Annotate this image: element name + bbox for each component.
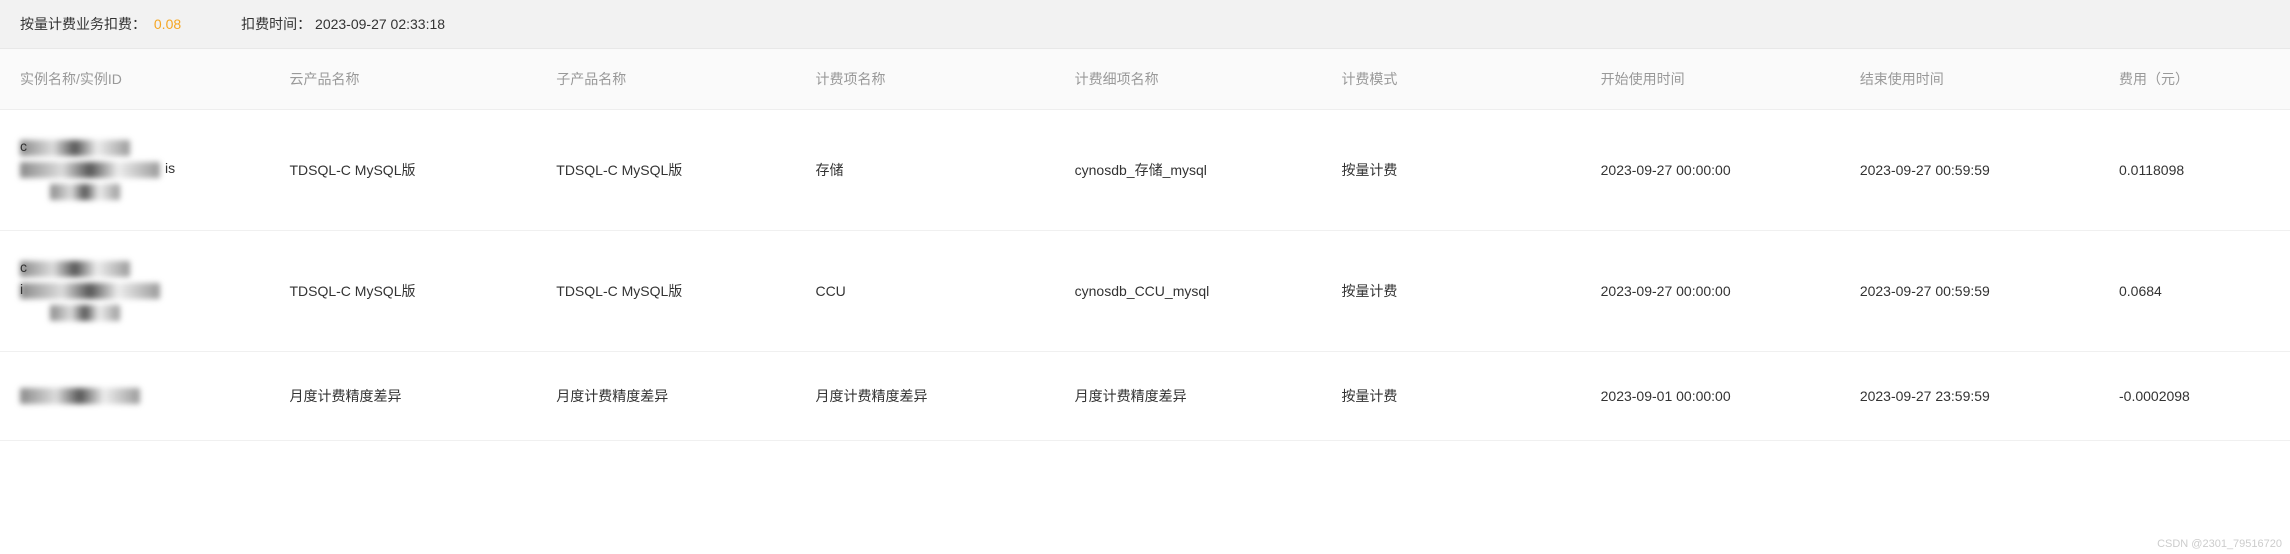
- cell-cost: -0.0002098: [2107, 352, 2290, 441]
- cell-billing-detail: cynosdb_存储_mysql: [1063, 110, 1330, 231]
- col-product: 云产品名称: [277, 49, 544, 110]
- fee-summary: 按量计费业务扣费： 0.08: [20, 14, 181, 34]
- redacted-text: [20, 140, 130, 156]
- table-row: c i TDSQL-C MySQL版 TDSQL-C MySQL版 CCU cy…: [0, 231, 2290, 352]
- table-header-row: 实例名称/实例ID 云产品名称 子产品名称 计费项名称 计费细项名称 计费模式 …: [0, 49, 2290, 110]
- cell-end-time: 2023-09-27 00:59:59: [1848, 231, 2107, 352]
- cell-instance: c is: [0, 110, 277, 231]
- redacted-text: [20, 283, 160, 299]
- cell-product: TDSQL-C MySQL版: [277, 231, 544, 352]
- cell-cost: 0.0118098: [2107, 110, 2290, 231]
- instance-suffix: is: [165, 160, 175, 176]
- redacted-text: [50, 184, 120, 200]
- cell-billing-item: CCU: [803, 231, 1062, 352]
- cell-billing-mode: 按量计费: [1329, 352, 1588, 441]
- cell-end-time: 2023-09-27 23:59:59: [1848, 352, 2107, 441]
- fee-label: 按量计费业务扣费：: [20, 16, 146, 32]
- cell-start-time: 2023-09-27 00:00:00: [1589, 110, 1848, 231]
- instance-prefix: c: [20, 259, 27, 275]
- instance-prefix: i: [20, 281, 23, 297]
- col-end-time: 结束使用时间: [1848, 49, 2107, 110]
- col-instance: 实例名称/实例ID: [0, 49, 277, 110]
- cell-billing-mode: 按量计费: [1329, 231, 1588, 352]
- cell-billing-detail: cynosdb_CCU_mysql: [1063, 231, 1330, 352]
- deduction-time: 扣费时间： 2023-09-27 02:33:18: [241, 14, 445, 34]
- cell-subproduct: 月度计费精度差异: [544, 352, 803, 441]
- redacted-text: [20, 388, 140, 404]
- col-billing-detail: 计费细项名称: [1063, 49, 1330, 110]
- redacted-text: [50, 305, 120, 321]
- redacted-text: [20, 261, 130, 277]
- col-cost: 费用（元）: [2107, 49, 2290, 110]
- fee-value: 0.08: [154, 16, 181, 32]
- cell-instance: [0, 352, 277, 441]
- cell-subproduct: TDSQL-C MySQL版: [544, 231, 803, 352]
- time-value: 2023-09-27 02:33:18: [315, 16, 445, 32]
- cell-start-time: 2023-09-27 00:00:00: [1589, 231, 1848, 352]
- cell-billing-item: 月度计费精度差异: [803, 352, 1062, 441]
- time-label: 扣费时间：: [241, 16, 311, 32]
- billing-header: 按量计费业务扣费： 0.08 扣费时间： 2023-09-27 02:33:18: [0, 0, 2290, 49]
- cell-start-time: 2023-09-01 00:00:00: [1589, 352, 1848, 441]
- cell-product: 月度计费精度差异: [277, 352, 544, 441]
- instance-prefix: c: [20, 138, 27, 154]
- table-row: c is TDSQL-C MySQL版 TDSQL-C MySQL版 存储 cy…: [0, 110, 2290, 231]
- watermark: CSDN @2301_79516720: [2157, 538, 2282, 550]
- billing-table: 实例名称/实例ID 云产品名称 子产品名称 计费项名称 计费细项名称 计费模式 …: [0, 49, 2290, 441]
- cell-billing-item: 存储: [803, 110, 1062, 231]
- cell-end-time: 2023-09-27 00:59:59: [1848, 110, 2107, 231]
- col-billing-item: 计费项名称: [803, 49, 1062, 110]
- cell-cost: 0.0684: [2107, 231, 2290, 352]
- col-billing-mode: 计费模式: [1329, 49, 1588, 110]
- billing-panel: 按量计费业务扣费： 0.08 扣费时间： 2023-09-27 02:33:18…: [0, 0, 2290, 441]
- cell-billing-mode: 按量计费: [1329, 110, 1588, 231]
- cell-product: TDSQL-C MySQL版: [277, 110, 544, 231]
- table-row: 月度计费精度差异 月度计费精度差异 月度计费精度差异 月度计费精度差异 按量计费…: [0, 352, 2290, 441]
- redacted-text: [20, 162, 160, 178]
- cell-subproduct: TDSQL-C MySQL版: [544, 110, 803, 231]
- col-start-time: 开始使用时间: [1589, 49, 1848, 110]
- col-subproduct: 子产品名称: [544, 49, 803, 110]
- cell-billing-detail: 月度计费精度差异: [1063, 352, 1330, 441]
- cell-instance: c i: [0, 231, 277, 352]
